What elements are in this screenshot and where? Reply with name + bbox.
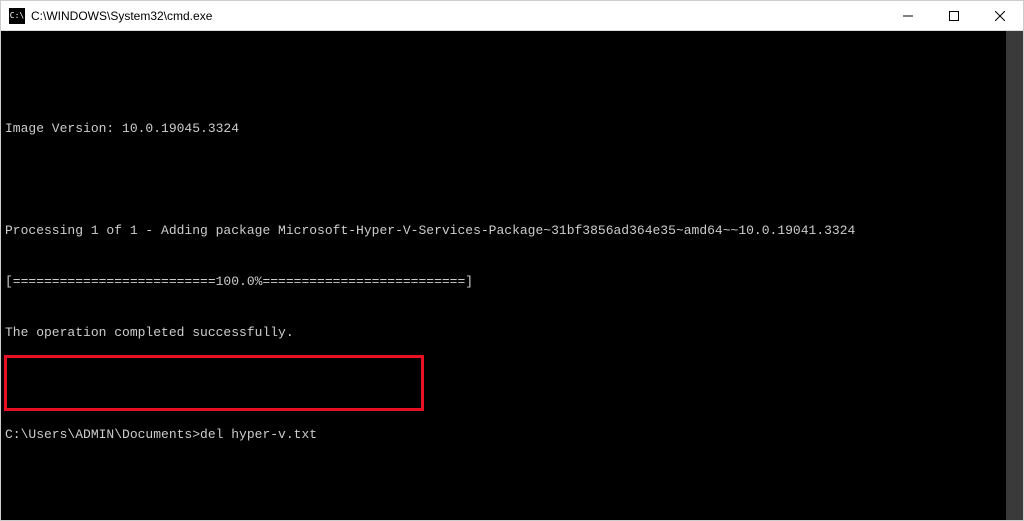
terminal-line (5, 171, 1019, 188)
window-title: C:\WINDOWS\System32\cmd.exe (31, 9, 212, 23)
cmd-icon: C:\ (9, 8, 25, 24)
minimize-icon (903, 11, 913, 21)
terminal-line: [==========================100.0%=======… (5, 273, 1019, 290)
terminal-line: Image Version: 10.0.19045.3324 (5, 120, 1019, 137)
maximize-icon (949, 11, 959, 21)
terminal-line: The operation completed successfully. (5, 324, 1019, 341)
window-controls (885, 1, 1023, 30)
close-button[interactable] (977, 1, 1023, 30)
terminal-output[interactable]: Image Version: 10.0.19045.3324 Processin… (1, 31, 1023, 520)
cmd-window: C:\ C:\WINDOWS\System32\cmd.exe Image Ve… (0, 0, 1024, 521)
terminal-line (5, 477, 1019, 494)
close-icon (995, 11, 1005, 21)
vertical-scrollbar[interactable] (1006, 31, 1023, 520)
scrollbar-thumb[interactable] (1006, 31, 1023, 520)
maximize-button[interactable] (931, 1, 977, 30)
terminal-line (5, 69, 1019, 86)
minimize-button[interactable] (885, 1, 931, 30)
terminal-line: C:\Users\ADMIN\Documents>del hyper-v.txt (5, 426, 1019, 443)
terminal-line (5, 375, 1019, 392)
terminal-line: Processing 1 of 1 - Adding package Micro… (5, 222, 1019, 239)
titlebar[interactable]: C:\ C:\WINDOWS\System32\cmd.exe (1, 1, 1023, 31)
